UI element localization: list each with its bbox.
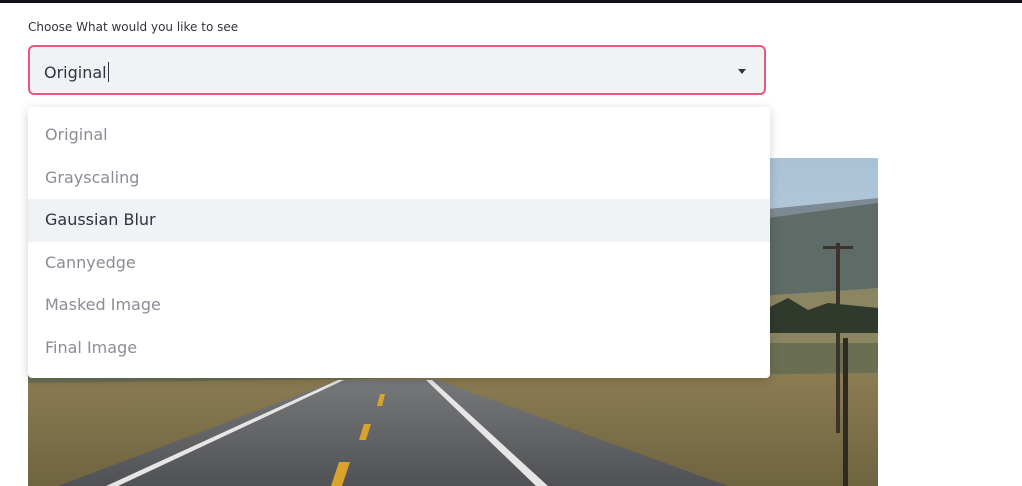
text-cursor [107,62,109,82]
option-grayscaling[interactable]: Grayscaling [28,157,770,200]
select-value-text: Original [44,63,107,82]
option-cannyedge[interactable]: Cannyedge [28,242,770,285]
option-final-image[interactable]: Final Image [28,327,770,370]
select-current-value[interactable]: Original [44,62,109,82]
option-gaussian-blur[interactable]: Gaussian Blur [28,199,770,242]
dropdown-menu: Original Grayscaling Gaussian Blur Canny… [28,107,770,378]
select-label: Choose What would you like to see [28,20,239,34]
image-view-select[interactable]: Original [28,45,766,95]
top-bar [0,0,1022,3]
option-masked-image[interactable]: Masked Image [28,284,770,327]
chevron-down-icon[interactable] [738,69,746,74]
option-original[interactable]: Original [28,114,770,157]
